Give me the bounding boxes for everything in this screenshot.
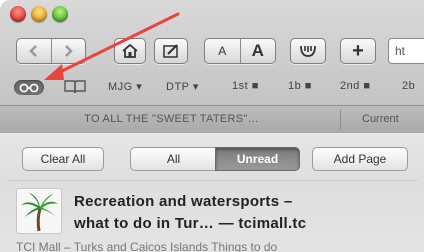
extension-button[interactable] bbox=[290, 38, 326, 64]
minimize-window-button[interactable] bbox=[31, 6, 47, 22]
bucket-icon bbox=[300, 45, 316, 57]
forward-button[interactable] bbox=[52, 45, 86, 57]
back-button[interactable] bbox=[17, 45, 51, 57]
panel-divider bbox=[8, 180, 418, 181]
bookmark-2nd[interactable]: 2nd ■ bbox=[340, 80, 371, 92]
filter-all-button[interactable]: All bbox=[130, 147, 216, 171]
address-field[interactable]: ht bbox=[388, 38, 424, 64]
bookmark-folder-dtp[interactable]: DTP ▾ bbox=[166, 80, 199, 93]
tab-sweet-taters[interactable]: TO ALL THE "SWEET TATERS"… bbox=[10, 106, 333, 133]
reading-list-item-subtitle: TCI Mall – Turks and Caicos Islands Thin… bbox=[16, 240, 278, 252]
tab-separator bbox=[340, 110, 341, 130]
tab-bar: TO ALL THE "SWEET TATERS"… Current bbox=[0, 105, 424, 134]
zoom-window-button[interactable] bbox=[52, 6, 68, 22]
house-icon bbox=[122, 43, 138, 58]
open-book-icon bbox=[64, 80, 86, 94]
reading-list-item-thumbnail[interactable] bbox=[16, 188, 62, 234]
palm-tree-icon bbox=[21, 193, 58, 232]
bookmark-2b[interactable]: 2b bbox=[402, 80, 415, 92]
reading-list-button[interactable] bbox=[14, 80, 44, 95]
back-forward-group bbox=[16, 38, 86, 64]
edit-button[interactable] bbox=[154, 38, 188, 64]
pencil-note-icon bbox=[163, 44, 178, 58]
chevron-left-icon bbox=[28, 45, 37, 57]
font-size-group: A A bbox=[204, 38, 276, 64]
glasses-icon bbox=[19, 83, 39, 92]
clear-all-button[interactable]: Clear All bbox=[22, 147, 104, 171]
reading-list-item-title[interactable]: Recreation and watersports – what to do … bbox=[74, 191, 414, 235]
chevron-right-icon bbox=[65, 45, 74, 57]
home-button[interactable] bbox=[114, 38, 146, 64]
reading-list-item-title-line2: what to do in Tur… — tcimall.tc bbox=[74, 215, 307, 232]
add-bookmark-button[interactable]: + bbox=[340, 38, 376, 64]
add-page-button[interactable]: Add Page bbox=[312, 147, 408, 171]
reading-list-item-title-line1: Recreation and watersports – bbox=[74, 193, 293, 210]
tab-current[interactable]: Current bbox=[362, 106, 399, 133]
bookmark-folder-mjg[interactable]: MJG ▾ bbox=[108, 80, 142, 93]
window-controls bbox=[10, 6, 68, 22]
bookmark-1st[interactable]: 1st ■ bbox=[232, 80, 259, 92]
bookmarks-button[interactable] bbox=[63, 79, 87, 100]
filter-unread-button[interactable]: Unread bbox=[215, 147, 300, 171]
close-window-button[interactable] bbox=[10, 6, 26, 22]
larger-text-button[interactable]: A bbox=[241, 41, 276, 61]
bookmark-1b[interactable]: 1b ■ bbox=[288, 80, 312, 92]
browser-window: A A + ht MJG ▾ DTP ▾ 1st ■ 1b ■ 2nd ■ 2b… bbox=[0, 0, 424, 252]
smaller-text-button[interactable]: A bbox=[205, 44, 240, 58]
